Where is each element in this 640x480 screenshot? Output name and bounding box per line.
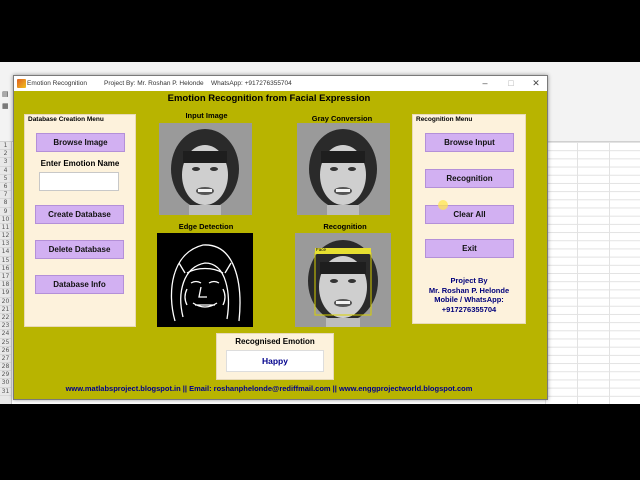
background-row-number: 13 <box>0 240 11 249</box>
background-paste-icon: ▤ <box>2 91 9 98</box>
background-row-number: 26 <box>0 346 11 355</box>
background-row-number: 7 <box>0 191 11 200</box>
face-box-label: Face <box>316 247 327 252</box>
input-image-label: Input Image <box>185 111 228 120</box>
background-row-number: 21 <box>0 305 11 314</box>
background-row-number: 28 <box>0 363 11 372</box>
recognition-menu-panel: Recognition Menu Browse Input Recognitio… <box>412 114 526 324</box>
browse-image-button[interactable]: Browse Image <box>36 133 125 152</box>
recognised-emotion-value: Happy <box>226 350 324 372</box>
background-row-number: 3 <box>0 158 11 167</box>
minimize-icon[interactable]: – <box>478 77 492 89</box>
main-title: Emotion Recognition from Facial Expressi… <box>167 93 371 104</box>
emotion-name-label: Enter Emotion Name <box>40 159 120 168</box>
input-image <box>159 123 252 215</box>
input-face-image <box>159 123 252 215</box>
background-row-number: 12 <box>0 232 11 241</box>
credits-line-3: Mobile / WhatsApp: <box>434 295 504 304</box>
background-row-number: 14 <box>0 248 11 257</box>
project-credits: Project By Mr. Roshan P. Helonde Mobile … <box>413 276 525 314</box>
background-row-number: 24 <box>0 330 11 339</box>
window-title: Emotion Recognition <box>27 80 87 87</box>
database-info-button[interactable]: Database Info <box>35 275 124 294</box>
emotion-name-input[interactable] <box>39 172 119 191</box>
background-row-number: 27 <box>0 354 11 364</box>
background-row-number: 18 <box>0 281 11 290</box>
background-row-number: 20 <box>0 297 11 306</box>
background-row-number: 30 <box>0 379 11 388</box>
screen: ▤ ▦ 1 2 3 4 5 6 7 8 9 10 11 12 13 14 15 16 17 18 19 20 21 22 2… <box>0 0 640 480</box>
background-row-number: 1 <box>0 142 11 151</box>
footer-links: www.matlabsproject.blogspot.in || Email:… <box>65 384 473 393</box>
background-row-number: 5 <box>0 175 11 183</box>
emotion-recognition-window: Emotion Recognition Project By: Mr. Rosh… <box>13 75 548 400</box>
credits-line-4: +917276355704 <box>441 304 497 314</box>
matlab-icon <box>17 79 26 88</box>
background-row-number: 23 <box>0 322 11 331</box>
background-row-number: 17 <box>0 273 11 282</box>
background-left-icons: ▤ ▦ <box>2 90 9 114</box>
background-grid <box>545 142 640 404</box>
window-title-whatsapp: WhatsApp: +917276355704 <box>211 80 292 87</box>
background-row-number: 9 <box>0 208 11 216</box>
recognition-image: Face <box>295 233 391 327</box>
background-row-numbers: 1 2 3 4 5 6 7 8 9 10 11 12 13 14 15 16 17 18 19 20 21 22 23 24 2… <box>0 142 12 404</box>
close-icon[interactable]: ✕ <box>529 77 543 89</box>
credits-line-2: Mr. Roshan P. Helonde <box>428 285 510 295</box>
database-creation-panel: Database Creation Menu Browse Image Ente… <box>24 114 136 327</box>
gray-image <box>297 123 390 215</box>
recognised-emotion-panel: Recognised Emotion Happy <box>216 333 334 380</box>
background-row-number: 4 <box>0 167 11 175</box>
create-database-button[interactable]: Create Database <box>35 205 124 224</box>
background-row-number: 25 <box>0 338 11 347</box>
gray-face-image <box>297 123 390 215</box>
edge-detection-label: Edge Detection <box>178 222 234 231</box>
recognition-panel-title: Recognition Menu <box>415 116 474 123</box>
credits-line-1: Project By <box>450 276 488 285</box>
gray-conversion-label: Gray Conversion <box>311 114 373 123</box>
browse-input-button[interactable]: Browse Input <box>425 133 514 152</box>
background-row-number: 19 <box>0 289 11 298</box>
background-row-number: 11 <box>0 223 11 233</box>
exit-button[interactable]: Exit <box>425 239 514 258</box>
edge-face-image <box>157 233 253 327</box>
figure-canvas: Emotion Recognition from Facial Expressi… <box>14 91 547 399</box>
background-row-number: 10 <box>0 215 11 224</box>
recognition-button[interactable]: Recognition <box>425 169 514 188</box>
background-row-number: 8 <box>0 199 11 208</box>
background-clipboard-icon: ▦ <box>2 103 9 110</box>
edge-image <box>157 233 253 327</box>
background-row-number: 6 <box>0 183 11 192</box>
background-row-number: 29 <box>0 371 11 380</box>
recognition-face-image <box>295 233 391 327</box>
background-row-number: 15 <box>0 256 11 265</box>
window-titlebar[interactable]: Emotion Recognition Project By: Mr. Rosh… <box>14 76 547 91</box>
mouse-cursor-highlight <box>438 200 448 210</box>
recognition-image-label: Recognition <box>323 222 367 231</box>
background-row-number: 2 <box>0 150 11 159</box>
window-title-project-by: Project By: Mr. Roshan P. Helonde <box>104 80 204 87</box>
delete-database-button[interactable]: Delete Database <box>35 240 124 259</box>
maximize-icon[interactable]: □ <box>504 77 518 89</box>
recognised-emotion-title: Recognised Emotion <box>235 337 315 346</box>
background-row-number: 31 <box>0 387 11 396</box>
database-panel-title: Database Creation Menu <box>27 116 105 123</box>
background-row-number: 22 <box>0 313 11 323</box>
background-row-number: 16 <box>0 264 11 273</box>
